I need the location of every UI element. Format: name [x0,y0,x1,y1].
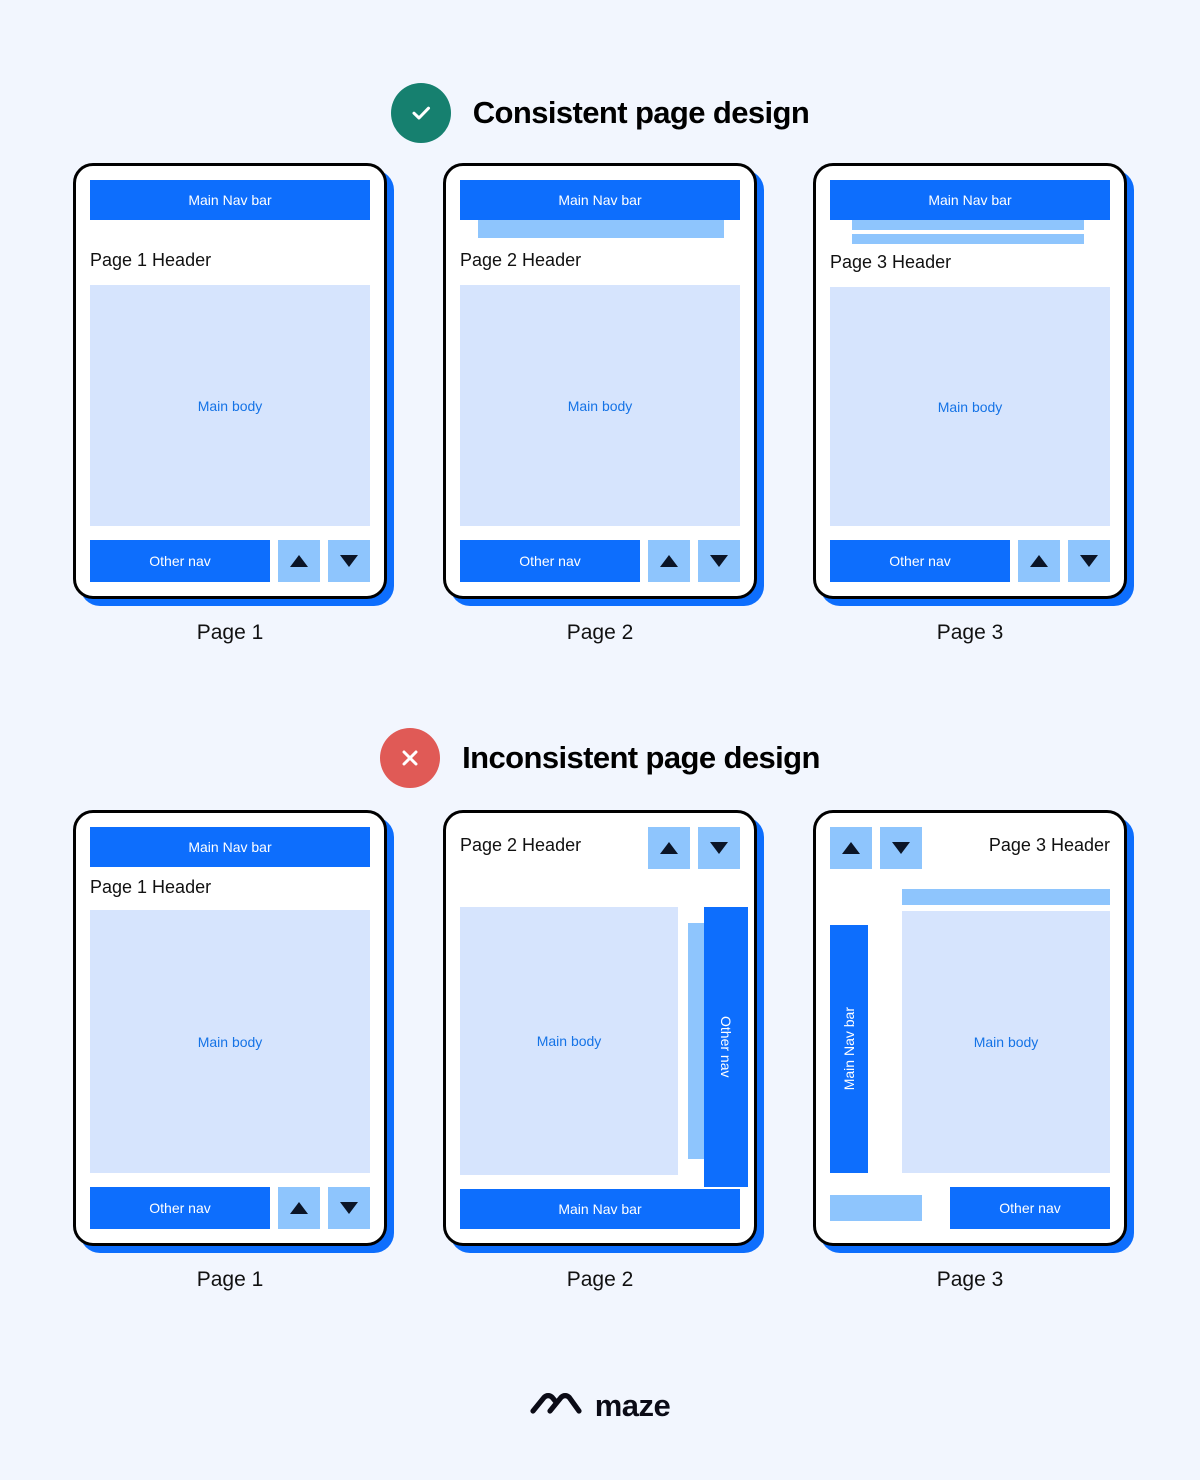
main-nav-bar-label: Main Nav bar [928,192,1012,208]
card-wrap-inconsistent-3: Page 3 Header Main Nav bar Main body Oth… [813,810,1127,1292]
other-nav-bar[interactable]: Other nav [950,1187,1110,1229]
arrow-up-icon[interactable] [648,827,690,869]
other-nav-bar[interactable]: Other nav [90,1187,270,1229]
page-header: Page 1 Header [90,250,212,270]
main-body-label: Main body [197,1033,263,1050]
card-wrap-inconsistent-2: Page 2 Header Main body Other nav Main N… [443,810,757,1292]
main-body-label: Main body [973,1034,1039,1050]
main-nav-bar[interactable]: Main Nav bar [830,180,1110,220]
card-wrap-inconsistent-1: Main Nav bar Page 1 Header Main body Oth… [73,810,387,1292]
main-nav-bar-bottom[interactable]: Main Nav bar [460,1189,740,1229]
other-nav-label: Other nav [149,1200,211,1216]
infographic-page: Consistent page design Main Nav bar Page… [0,0,1200,1480]
consistent-section-heading: Consistent page design [0,83,1200,143]
main-body-area: Main body [830,287,1110,526]
arrow-up-icon[interactable] [830,827,872,869]
main-nav-bar-label: Main Nav bar [188,192,272,208]
bottom-nav-row: Other nav [460,540,740,582]
secondary-bar [902,889,1110,905]
other-nav-label: Other nav [889,553,951,569]
arrow-down-icon[interactable] [698,827,740,869]
other-nav-label: Other nav [999,1200,1061,1216]
main-nav-bar-label: Main Nav bar [558,1201,642,1217]
card-label: Page 3 [936,621,1004,644]
main-body-area: Main body [460,907,678,1175]
arrow-down-icon[interactable] [880,827,922,869]
main-body-label: Main body [567,397,633,414]
other-nav-label: Other nav [519,553,581,569]
other-nav-bar[interactable]: Other nav [830,540,1010,582]
footer-accent-bar [830,1195,922,1221]
bottom-nav-row: Other nav [90,1187,370,1229]
card-label: Page 1 [196,1268,264,1291]
page-header: Page 3 Header [830,252,952,272]
card-wrap-consistent-3: Main Nav bar Page 3 Header Main body Oth… [813,163,1127,645]
bottom-nav-row: Other nav [830,540,1110,582]
main-body-area: Main body [460,285,740,526]
main-nav-bar[interactable]: Main Nav bar [90,180,370,220]
inconsistent-section-heading: Inconsistent page design [0,728,1200,788]
brand-logo: maze [0,1388,1200,1424]
page-header: Page 1 Header [90,877,212,897]
check-circle-icon [390,83,451,143]
card-label: Page 1 [196,621,264,644]
bottom-nav-row: Other nav [90,540,370,582]
other-nav-label: Other nav [718,1016,734,1078]
card-label: Page 3 [936,1268,1004,1291]
top-header-row: Page 3 Header [830,827,1110,869]
main-nav-bar-label: Main Nav bar [841,1007,857,1091]
secondary-bar [852,220,1084,230]
phone-frame-consistent-2: Main Nav bar Page 2 Header Main body Oth… [443,163,757,599]
inconsistent-card-row: Main Nav bar Page 1 Header Main body Oth… [0,810,1200,1292]
card-label: Page 2 [566,1268,634,1291]
brand-name: maze [594,1388,671,1423]
other-nav-bar[interactable]: Other nav [90,540,270,582]
main-nav-bar-label: Main Nav bar [558,192,642,208]
phone-frame-consistent-1: Main Nav bar Page 1 Header Main body Oth… [73,163,387,599]
arrow-down-icon[interactable] [328,540,370,582]
top-header-row: Page 2 Header [460,827,740,869]
arrow-down-icon[interactable] [328,1187,370,1229]
main-nav-bar-vertical[interactable]: Main Nav bar [830,925,868,1173]
other-nav-bar[interactable]: Other nav [460,540,640,582]
arrow-up-icon[interactable] [278,540,320,582]
other-nav-label: Other nav [149,553,211,569]
main-nav-bar[interactable]: Main Nav bar [90,827,370,867]
page-header: Page 2 Header [460,835,582,855]
page-header: Page 2 Header [460,250,582,270]
body-with-side-nav: Main body Other nav [460,907,748,1187]
page-header: Page 3 Header [988,835,1110,855]
main-body-label: Main body [536,1033,602,1049]
main-body-label: Main body [937,398,1003,415]
other-nav-bar-vertical[interactable]: Other nav [704,907,748,1187]
main-body-area: Main body [902,911,1110,1173]
card-wrap-consistent-1: Main Nav bar Page 1 Header Main body Oth… [73,163,387,645]
card-wrap-consistent-2: Main Nav bar Page 2 Header Main body Oth… [443,163,757,645]
main-body-area: Main body [90,285,370,526]
card-label: Page 2 [566,621,634,644]
arrow-down-icon[interactable] [698,540,740,582]
main-body-area: Main body [90,910,370,1173]
arrow-up-icon[interactable] [278,1187,320,1229]
body-with-side-nav: Main Nav bar Main body [830,889,1110,1173]
secondary-bar [478,220,724,238]
bottom-nav-row: Other nav [830,1187,1110,1229]
arrow-down-icon[interactable] [1068,540,1110,582]
phone-frame-inconsistent-1: Main Nav bar Page 1 Header Main body Oth… [73,810,387,1246]
maze-logo-icon [530,1389,582,1424]
main-nav-bar-label: Main Nav bar [188,839,272,855]
section-title: Inconsistent page design [462,740,820,775]
main-nav-bar[interactable]: Main Nav bar [460,180,740,220]
main-body-label: Main body [197,397,263,414]
arrow-up-icon[interactable] [648,540,690,582]
section-title: Consistent page design [472,95,810,130]
phone-frame-consistent-3: Main Nav bar Page 3 Header Main body Oth… [813,163,1127,599]
consistent-card-row: Main Nav bar Page 1 Header Main body Oth… [0,163,1200,645]
secondary-bar-2 [852,234,1084,244]
phone-frame-inconsistent-2: Page 2 Header Main body Other nav Main N… [443,810,757,1246]
phone-frame-inconsistent-3: Page 3 Header Main Nav bar Main body Oth… [813,810,1127,1246]
x-circle-icon [380,728,441,788]
arrow-up-icon[interactable] [1018,540,1060,582]
